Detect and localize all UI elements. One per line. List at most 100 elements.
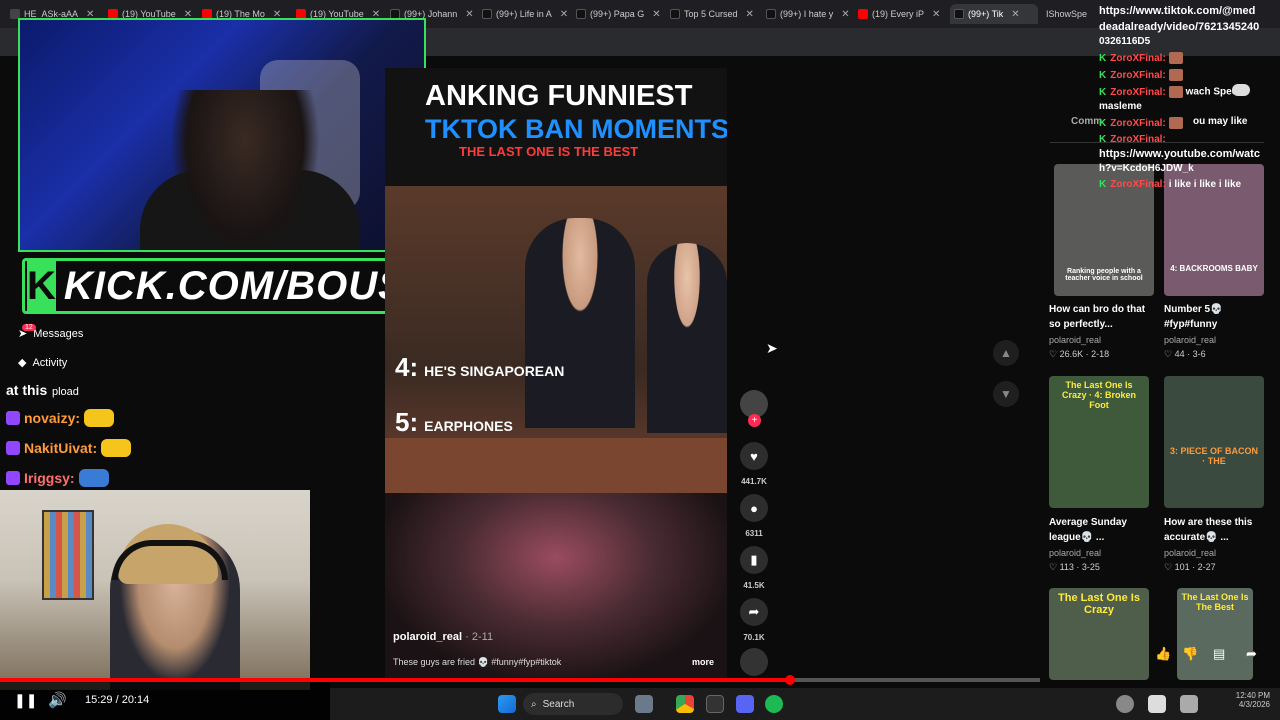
- comment-icon[interactable]: ▤: [1213, 646, 1225, 662]
- tab-label: (19) Every iP: [872, 9, 925, 19]
- tab-comments[interactable]: Comm: [1071, 116, 1102, 127]
- video-author[interactable]: polaroid_real: [1164, 335, 1216, 345]
- follow-plus-icon[interactable]: +: [748, 414, 761, 427]
- toggle-switch[interactable]: [1232, 84, 1250, 96]
- emote-icon: [1168, 86, 1183, 98]
- pause-icon[interactable]: ❚❚: [14, 692, 37, 709]
- video-author[interactable]: polaroid_real · 2-11: [393, 631, 493, 643]
- tab-7[interactable]: (99+) Papa G ✕: [576, 4, 662, 24]
- chat-username: ZoroXFinal:: [1110, 52, 1166, 64]
- video-author[interactable]: polaroid_real: [1049, 335, 1101, 345]
- tab-active[interactable]: (99+) Tik ✕: [950, 4, 1038, 24]
- music-disc-icon[interactable]: [740, 648, 768, 676]
- clock-date: 4/3/2026: [1238, 700, 1270, 709]
- video-headline-1: ANKING FUNNIEST: [425, 80, 693, 112]
- chat-username: NakitUivat:: [24, 440, 98, 456]
- overlay-url: 0326116D5: [1099, 36, 1151, 47]
- video-title[interactable]: Average Sunday league💀 ...: [1049, 515, 1159, 545]
- video-person-left: [525, 218, 635, 428]
- tiktok-icon: [576, 9, 586, 19]
- like-count: 441.7K: [741, 477, 767, 486]
- close-icon[interactable]: ✕: [932, 9, 940, 20]
- system-clock: 12:40 PM 4/3/2026: [1210, 691, 1270, 709]
- chat-username: ZoroXFinal:: [1110, 117, 1166, 129]
- windows-start-icon[interactable]: [498, 695, 516, 713]
- discord-icon[interactable]: [736, 695, 754, 713]
- video-stats: ♡ 44 · 3-6: [1164, 349, 1206, 359]
- tab-6[interactable]: (99+) Life in A ✕: [482, 4, 568, 24]
- chat-message: novaizy:: [6, 409, 115, 427]
- video-author[interactable]: polaroid_real: [1164, 548, 1216, 558]
- rank-4-item: 4: HE'S SINGAPOREAN: [395, 352, 564, 383]
- search-icon: ⌕: [531, 698, 537, 710]
- duck-emote-icon: [84, 409, 115, 427]
- kick-badge-icon: K: [1099, 179, 1107, 190]
- spotify-icon[interactable]: [765, 695, 783, 713]
- chat-username: ZoroXFinal:: [1110, 69, 1166, 81]
- video-title[interactable]: How are these this accurate💀 ...: [1164, 515, 1274, 545]
- close-icon[interactable]: ✕: [746, 9, 754, 20]
- video-thumbnail[interactable]: The Last One Is Crazy: [1049, 588, 1149, 680]
- tab-label: Top 5 Cursed: [684, 9, 738, 19]
- sidebar-item-upload[interactable]: pload: [52, 386, 79, 398]
- emote-icon: [1168, 117, 1183, 129]
- rank-text: EARPHONES: [424, 418, 513, 434]
- player-controls: ❚❚ 🔊 15:29 / 20:14: [0, 682, 330, 720]
- bookmark-icon: ▮: [750, 552, 758, 567]
- thumbs-down-icon[interactable]: 👎: [1182, 646, 1198, 662]
- comment-button[interactable]: ●: [740, 494, 768, 522]
- youtube-icon: [858, 9, 868, 19]
- close-icon[interactable]: ✕: [465, 9, 473, 20]
- rank-5-item: 5: EARPHONES: [395, 407, 513, 438]
- share-count: 70.1K: [743, 633, 765, 642]
- tab-8[interactable]: Top 5 Cursed ✕: [670, 4, 758, 24]
- close-icon[interactable]: ✕: [652, 9, 660, 20]
- video-thumbnail[interactable]: The Last One Is The Best: [1177, 588, 1253, 680]
- app-icon[interactable]: [706, 695, 724, 713]
- keyboard-icon[interactable]: [1180, 695, 1198, 713]
- caption-more-button[interactable]: more: [692, 657, 714, 667]
- taskview-icon[interactable]: [635, 695, 653, 713]
- tiktok-video-player[interactable]: ANKING FUNNIEST TKTOK BAN MOMENTS THE LA…: [385, 68, 727, 678]
- video-thumbnail[interactable]: 3: PIECE OF BACON · THE: [1164, 376, 1264, 508]
- video-thumbnail[interactable]: The Last One Is Crazy · 4: Broken Foot: [1049, 376, 1149, 508]
- share-icon[interactable]: ➦: [1246, 646, 1257, 662]
- tab-12[interactable]: IShowSpe: [1046, 4, 1102, 24]
- kick-banner: K KICK.COM/BOUSIF: [22, 258, 442, 314]
- chrome-icon[interactable]: [676, 695, 694, 713]
- taskbar-search[interactable]: ⌕ Search: [523, 693, 623, 715]
- thumbnail-text: The Last One Is The Best: [1181, 592, 1249, 612]
- kick-badge-icon: K: [1099, 117, 1107, 129]
- close-icon[interactable]: ✕: [1011, 9, 1019, 20]
- tab-you-may-like[interactable]: ou may like: [1193, 116, 1247, 127]
- like-button[interactable]: ♥: [740, 442, 768, 470]
- author-handle[interactable]: polaroid_real: [393, 631, 462, 643]
- video-author[interactable]: polaroid_real: [1049, 548, 1101, 558]
- emote-icon: [1168, 69, 1183, 81]
- overlay-chat-line: K ZoroXFinal:: [1099, 69, 1183, 81]
- tiktok-icon: [954, 9, 964, 19]
- video-blurred-area: [385, 493, 727, 678]
- sidebar-item-activity[interactable]: ◆ Activity: [18, 356, 67, 369]
- video-caption: These guys are fried 💀 #funny#fyp#tiktok: [393, 657, 562, 667]
- previous-video-button[interactable]: ▲: [993, 340, 1019, 366]
- rank-number: 5:: [395, 407, 419, 437]
- video-title[interactable]: How can bro do that so perfectly...: [1049, 302, 1159, 332]
- video-title[interactable]: Number 5💀 #fyp#funny: [1164, 302, 1274, 332]
- time-display: 15:29 / 20:14: [85, 694, 150, 706]
- close-icon[interactable]: ✕: [841, 9, 849, 20]
- streamer-webcam: [18, 18, 426, 252]
- shield-icon[interactable]: [1116, 695, 1134, 713]
- thumbs-up-icon[interactable]: 👍: [1155, 646, 1171, 662]
- close-icon[interactable]: ✕: [560, 9, 568, 20]
- share-button[interactable]: ➦: [740, 598, 768, 626]
- tab-10[interactable]: (19) Every iP ✕: [858, 4, 950, 24]
- tab-9[interactable]: (99+) I hate y ✕: [766, 4, 856, 24]
- progress-scrubber[interactable]: [785, 675, 796, 685]
- volume-icon[interactable]: 🔊: [48, 691, 67, 709]
- next-video-button[interactable]: ▼: [993, 381, 1019, 407]
- overlay-chat-line: K ZoroXFinal:: [1099, 134, 1169, 145]
- toggle-icon[interactable]: [1148, 695, 1166, 713]
- thumbnail-text: The Last One Is Crazy · 4: Broken Foot: [1061, 380, 1137, 410]
- save-button[interactable]: ▮: [740, 546, 768, 574]
